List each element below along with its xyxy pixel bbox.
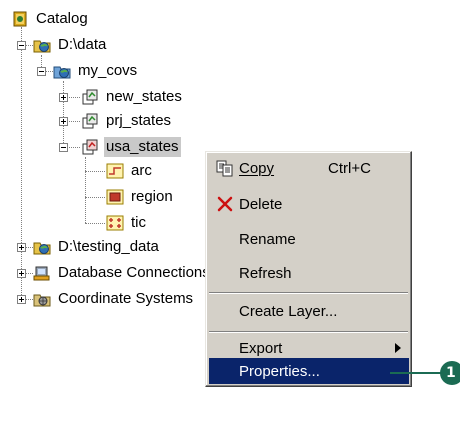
menu-item-label: Rename xyxy=(239,230,296,248)
tree-item-d-data[interactable]: D:\data xyxy=(33,34,108,56)
collapse-icon[interactable] xyxy=(17,41,26,50)
folder-connection-icon xyxy=(33,242,51,255)
tree-item-label: tic xyxy=(131,214,146,231)
coverage-icon xyxy=(82,113,98,129)
menu-item-label: Delete xyxy=(239,195,283,213)
tree-item-label: region xyxy=(131,188,173,205)
menu-separator xyxy=(209,292,408,294)
expand-icon[interactable] xyxy=(59,117,68,126)
context-menu: Copy Ctrl+C Delete Rename Refresh Create… xyxy=(205,151,412,387)
tree-item-coordinate-systems[interactable]: Coordinate Systems xyxy=(33,288,195,310)
tree-item-arc[interactable]: arc xyxy=(106,160,154,182)
menu-item-copy[interactable]: Copy Ctrl+C xyxy=(209,155,409,181)
tic-feature-class-icon xyxy=(106,215,124,231)
tree-item-label: prj_states xyxy=(106,112,172,129)
tree-item-my-covs[interactable]: my_covs xyxy=(53,60,139,82)
menu-item-label: Refresh xyxy=(239,264,292,282)
menu-item-rename[interactable]: Rename xyxy=(209,226,409,252)
tree-item-label: D:\testing_data xyxy=(58,238,159,255)
expand-icon[interactable] xyxy=(17,243,26,252)
tree-item-label: D:\data xyxy=(58,36,107,53)
catalog-window: Catalog D:\data my_covs new_states prj_s… xyxy=(0,0,460,425)
tree-item-catalog[interactable]: Catalog xyxy=(11,8,90,30)
tree-item-label: Catalog xyxy=(36,10,88,27)
expand-icon[interactable] xyxy=(17,295,26,304)
region-feature-class-icon xyxy=(106,189,124,205)
menu-item-shortcut: Ctrl+C xyxy=(328,159,371,177)
delete-icon xyxy=(217,196,233,212)
submenu-arrow-icon xyxy=(395,343,401,353)
folder-connection-icon xyxy=(33,40,51,53)
tree-line xyxy=(85,157,86,223)
tree-item-tic[interactable]: tic xyxy=(106,212,148,234)
menu-item-label: Properties... xyxy=(239,362,320,380)
coordinate-systems-icon xyxy=(33,294,51,307)
menu-item-delete[interactable]: Delete xyxy=(209,191,409,217)
tree-item-label: arc xyxy=(131,162,152,179)
database-connections-icon xyxy=(33,266,50,281)
tree-item-usa-states[interactable]: usa_states xyxy=(81,136,181,158)
menu-item-label: Create Layer... xyxy=(239,302,338,320)
collapse-icon[interactable] xyxy=(59,143,68,152)
tree-line xyxy=(85,197,105,198)
tree-item-d-testing-data[interactable]: D:\testing_data xyxy=(33,236,161,258)
coverage-icon xyxy=(82,139,98,155)
expand-icon[interactable] xyxy=(17,269,26,278)
menu-item-properties[interactable]: Properties... xyxy=(209,358,409,384)
menu-item-create-layer[interactable]: Create Layer... xyxy=(209,298,409,324)
tree-line xyxy=(85,171,105,172)
menu-separator xyxy=(209,331,408,333)
tree-line xyxy=(85,223,105,224)
menu-item-label: Copy xyxy=(239,159,275,177)
tree-line xyxy=(21,27,22,299)
coverage-workspace-icon xyxy=(53,66,71,79)
expand-icon[interactable] xyxy=(59,93,68,102)
arc-feature-class-icon xyxy=(106,163,124,179)
catalog-icon xyxy=(13,11,27,27)
tree-item-database-connections[interactable]: Database Connections xyxy=(33,262,212,284)
tree-item-label: new_states xyxy=(106,88,182,105)
tree-item-label: usa_states xyxy=(104,137,181,157)
collapse-icon[interactable] xyxy=(37,67,46,76)
copy-icon xyxy=(216,160,233,177)
tree-line xyxy=(63,81,64,149)
tree-item-region[interactable]: region xyxy=(106,186,175,208)
menu-item-refresh[interactable]: Refresh xyxy=(209,260,409,286)
tree-item-prj-states[interactable]: prj_states xyxy=(81,110,173,132)
tree-item-label: my_covs xyxy=(78,62,138,79)
coverage-icon xyxy=(82,89,98,105)
callout-line xyxy=(390,372,442,374)
tree-item-label: Coordinate Systems xyxy=(58,290,194,307)
menu-item-label: Export xyxy=(239,339,283,357)
callout-badge: 1 xyxy=(440,361,460,385)
tree-item-label: Database Connections xyxy=(58,264,210,281)
tree-item-new-states[interactable]: new_states xyxy=(81,86,184,108)
